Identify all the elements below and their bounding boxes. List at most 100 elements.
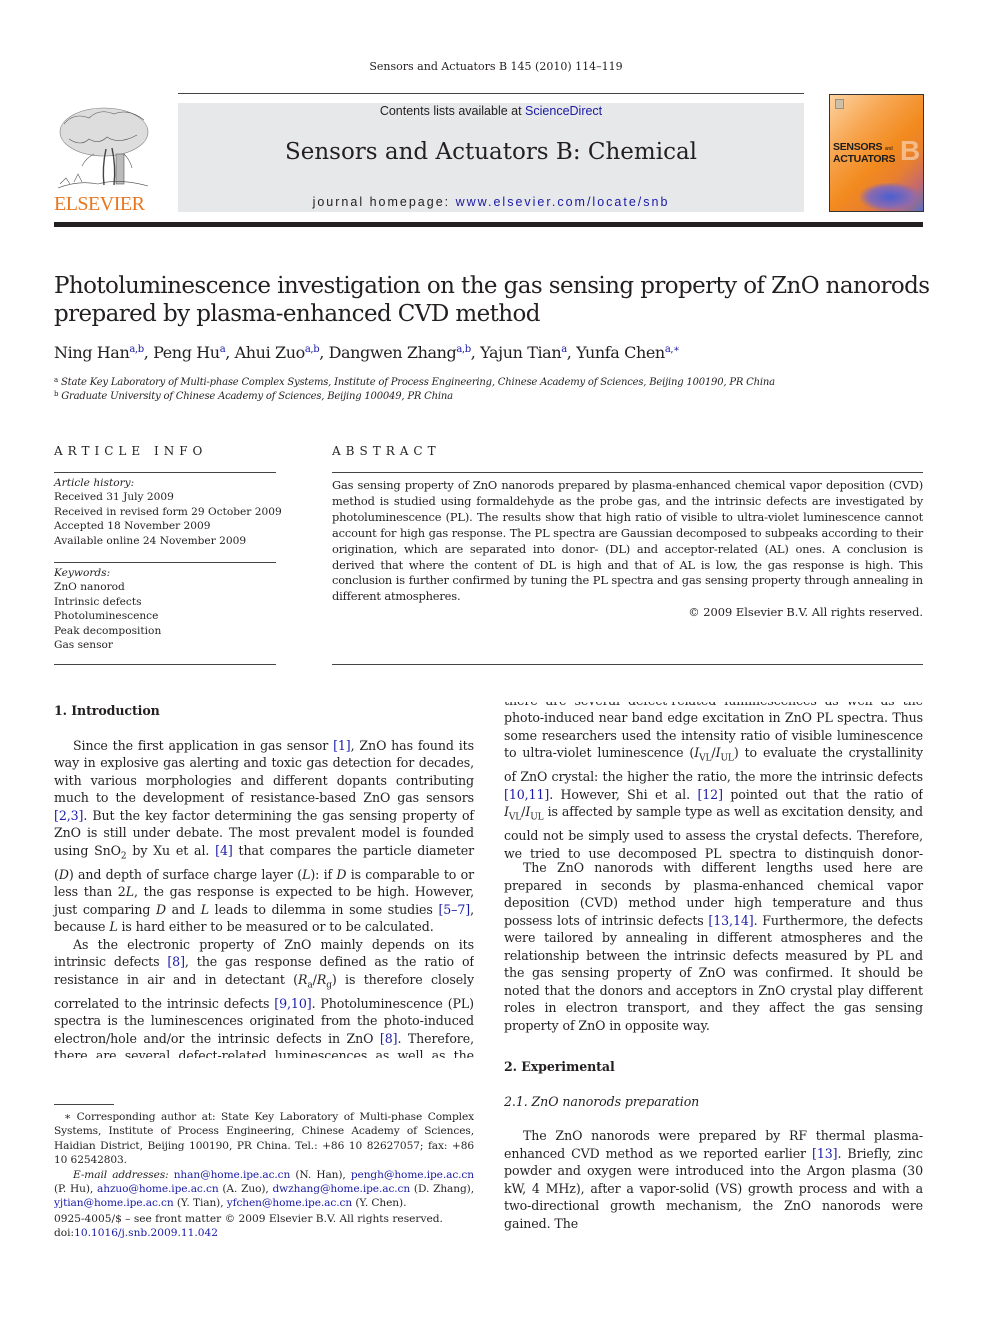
experimental-paragraph-1: The ZnO nanorods were prepared by RF the… xyxy=(504,1128,923,1231)
citation-link[interactable]: [9,10] xyxy=(274,996,311,1011)
doi-line: doi:10.1016/j.snb.2009.11.042 xyxy=(54,1227,218,1240)
author-name: Yunfa Chen xyxy=(576,343,665,362)
email-link[interactable]: pengh@home.ipe.ac.cn xyxy=(351,1169,474,1181)
author-affiliation-mark[interactable]: a,b xyxy=(456,344,471,355)
citation-link[interactable]: [13,14] xyxy=(708,913,753,928)
corresponding-author-text: ∗ Corresponding author at: State Key Lab… xyxy=(54,1111,474,1167)
email-link[interactable]: nhan@home.ipe.ac.cn xyxy=(174,1169,291,1181)
subsection-heading-preparation: 2.1. ZnO nanorods preparation xyxy=(504,1093,700,1109)
contents-prefix: Contents lists available at xyxy=(379,104,526,118)
article-title: Photoluminescence investigation on the g… xyxy=(54,273,930,327)
math-variable: R xyxy=(316,971,327,987)
abstract-rule-top xyxy=(332,472,923,473)
cover-big-letter: B xyxy=(900,135,921,166)
history-item: Received in revised form 29 October 2009 xyxy=(54,505,282,518)
article-history-label: Article history: xyxy=(54,477,135,489)
section-heading-experimental: 2. Experimental xyxy=(504,1059,615,1074)
author-affiliation-mark[interactable]: a,∗ xyxy=(665,344,680,355)
citation-link[interactable]: [5–7] xyxy=(438,902,470,917)
section-heading-introduction: 1. Introduction xyxy=(54,703,160,718)
abstract-text: Gas sensing property of ZnO nanorods pre… xyxy=(332,478,923,604)
keyword-item: Intrinsic defects xyxy=(54,595,142,608)
history-item: Accepted 18 November 2009 xyxy=(54,520,211,533)
keyword-item: Gas sensor xyxy=(54,639,113,652)
cover-art-decoration xyxy=(860,183,920,211)
citation-link[interactable]: [12] xyxy=(697,787,723,802)
intro-paragraph-1: Since the first application in gas senso… xyxy=(54,737,474,935)
author-name: Yajun Tian xyxy=(480,343,562,362)
intro-paragraph-2-continued: As the electronic property of ZnO mainly… xyxy=(504,702,923,859)
math-variable: L xyxy=(200,901,209,917)
author-name: Dangwen Zhang xyxy=(328,343,457,362)
author-list: Ning Hana,b, Peng Hua, Ahui Zuoa,b, Dang… xyxy=(54,343,680,362)
author-affiliation-mark[interactable]: a xyxy=(220,344,226,355)
article-info-rule-mid xyxy=(54,562,276,563)
math-variable: D xyxy=(155,901,166,917)
abstract-rule-bottom xyxy=(332,664,923,665)
subscript: VL xyxy=(699,753,712,764)
keywords-list: ZnO nanorod Intrinsic defects Photolumines… xyxy=(54,580,284,652)
author-affiliation-mark[interactable]: a,b xyxy=(129,344,144,355)
keyword-item: Photoluminescence xyxy=(54,610,159,623)
header-thick-rule xyxy=(54,222,923,227)
running-head: Sensors and Actuators B 145 (2010) 114–1… xyxy=(369,60,623,73)
sciencedirect-link[interactable]: ScienceDirect xyxy=(525,104,602,118)
citation-link[interactable]: [1] xyxy=(333,738,351,753)
history-item: Received 31 July 2009 xyxy=(54,491,174,504)
subscript: UL xyxy=(720,753,734,764)
intro-paragraph-3: The ZnO nanorods with different lengths … xyxy=(504,860,923,1033)
article-info-rule-top xyxy=(54,472,276,473)
email-label: E-mail addresses: xyxy=(73,1168,174,1181)
author-affiliation-mark[interactable]: a xyxy=(561,344,567,355)
top-rule xyxy=(178,93,804,94)
math-variable: L xyxy=(109,919,118,935)
subscript: 2 xyxy=(120,851,127,862)
cover-title-line1: SENSORS and xyxy=(833,141,893,153)
keyword-item: ZnO nanorod xyxy=(54,581,125,594)
subscript: UL xyxy=(530,812,544,823)
affiliation-b: b Graduate University of Chinese Academy… xyxy=(54,390,453,402)
email-link[interactable]: yfchen@home.ipe.ac.cn xyxy=(227,1197,352,1209)
right-column: As the electronic property of ZnO mainly… xyxy=(504,702,923,1232)
homepage-prefix: journal homepage: xyxy=(312,195,456,209)
doi-link[interactable]: 10.1016/j.snb.2009.11.042 xyxy=(74,1227,218,1239)
math-variable: R xyxy=(298,971,308,987)
author-name: Ning Han xyxy=(54,343,130,362)
journal-cover-image: B SENSORS and ACTUATORS xyxy=(829,94,924,212)
article-history-list: Received 31 July 2009 Received in revised… xyxy=(54,490,284,548)
footnote-rule xyxy=(54,1104,114,1105)
author-affiliation-mark[interactable]: a,b xyxy=(305,344,320,355)
author-name: Ahui Zuo xyxy=(234,343,306,362)
article-info-rule-bottom xyxy=(54,664,276,665)
author-name: Peng Hu xyxy=(153,343,220,362)
intro-paragraph-2: As the electronic property of ZnO mainly… xyxy=(54,936,474,1058)
left-column: 1. Introduction Since the first applicat… xyxy=(54,702,474,1058)
keywords-label: Keywords: xyxy=(54,567,111,579)
citation-link[interactable]: [8] xyxy=(167,954,185,969)
abstract-copyright: © 2009 Elsevier B.V. All rights reserved… xyxy=(688,605,923,619)
front-matter: 0925-4005/$ – see front matter © 2009 El… xyxy=(54,1212,474,1241)
citation-link[interactable]: [13] xyxy=(812,1146,838,1161)
email-link[interactable]: dwzhang@home.ipe.ac.cn xyxy=(272,1183,410,1195)
keyword-item: Peak decomposition xyxy=(54,624,162,637)
citation-link[interactable]: [2,3] xyxy=(54,808,83,823)
subscript: a xyxy=(307,980,313,991)
math-variable: L xyxy=(302,866,311,882)
article-history: Article history: Received 31 July 2009 Re… xyxy=(54,476,284,548)
history-item: Available online 24 November 2009 xyxy=(54,534,247,547)
abstract-heading: ABSTRACT xyxy=(332,444,441,458)
corresponding-author-footnote: ∗ Corresponding author at: State Key Lab… xyxy=(54,1110,474,1211)
journal-title: Sensors and Actuators B: Chemical xyxy=(284,139,698,165)
math-variable: D xyxy=(58,866,69,882)
email-link[interactable]: yjtian@home.ipe.ac.cn xyxy=(54,1197,174,1209)
email-link[interactable]: ahzuo@home.ipe.ac.cn xyxy=(97,1183,219,1195)
elsevier-wordmark: ELSEVIER xyxy=(54,193,145,215)
affiliation-a: a State Key Laboratory of Multi-phase Co… xyxy=(54,376,775,388)
citation-link[interactable]: [8] xyxy=(380,1031,398,1046)
math-variable: D xyxy=(336,866,347,882)
journal-homepage-link[interactable]: www.elsevier.com/locate/snb xyxy=(456,195,670,209)
subscript: g xyxy=(326,980,332,991)
citation-link[interactable]: [10,11] xyxy=(504,787,549,802)
article-info-heading: ARTICLE INFO xyxy=(54,444,208,458)
citation-link[interactable]: [4] xyxy=(215,843,233,858)
